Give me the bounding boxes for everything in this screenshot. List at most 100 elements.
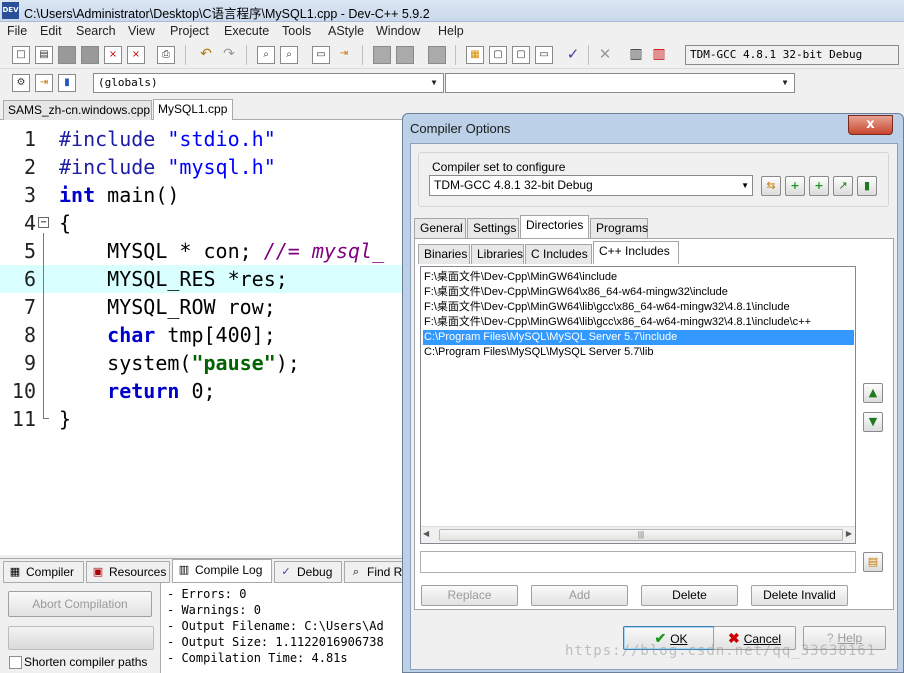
profile-chart-icon[interactable]: ▥	[627, 46, 645, 64]
add-set-folder-icon[interactable]: +	[809, 176, 829, 196]
code-text: char	[107, 323, 156, 347]
syntax-check-icon[interactable]: ✓	[564, 46, 582, 64]
compiler-set-dropdown[interactable]: TDM-GCC 4.8.1 32-bit Debug ▼	[429, 175, 753, 196]
new-file-icon[interactable]: □	[12, 46, 30, 64]
tab-programs[interactable]: Programs	[590, 218, 648, 238]
goto-line-icon[interactable]: ⇥	[335, 46, 353, 64]
scroll-left-icon[interactable]: ◀	[423, 529, 429, 538]
shorten-paths-checkbox[interactable]	[9, 656, 22, 669]
tab-debug[interactable]: ✓ Debug	[274, 561, 342, 583]
scope-select[interactable]: (globals) ▼	[93, 73, 444, 93]
tab-resources[interactable]: ▣ Resources	[86, 561, 170, 583]
main-toolbar: □ ▤ × × ⎙ ↶ ↷ ⌕ ⌕ ▭ ⇥ ▦ ▢ ▢ ▭ ✓ ✕ ▥ ▥ TD…	[0, 41, 904, 69]
tab-directories[interactable]: Directories	[520, 215, 589, 238]
compile-run-icon[interactable]: ▢	[512, 46, 530, 64]
tab-general[interactable]: General	[414, 218, 466, 238]
shorten-paths-label: Shorten compiler paths	[24, 655, 148, 669]
rebuild-icon[interactable]: ▭	[535, 46, 553, 64]
tab-binaries[interactable]: Binaries	[418, 244, 470, 264]
print-icon[interactable]: ⎙	[157, 46, 175, 64]
code-text: "pause"	[191, 351, 276, 375]
goto-declaration-icon[interactable]: ⇥	[35, 74, 53, 92]
class-browser-icon[interactable]: ⚙	[12, 74, 30, 92]
menu-search[interactable]: Search	[76, 24, 116, 38]
include-paths-list[interactable]: F:\桌面文件\Dev-Cpp\MinGW64\include F:\桌面文件\…	[420, 266, 856, 544]
goto-definition-icon[interactable]: ▮	[58, 74, 76, 92]
find-sets-icon[interactable]: ↗	[833, 176, 853, 196]
line-number: 5	[23, 239, 36, 263]
menu-project[interactable]: Project	[170, 24, 209, 38]
toolbar-separator	[588, 45, 589, 65]
delete-invalid-button[interactable]: Delete Invalid	[751, 585, 848, 606]
tab-cpp-includes[interactable]: C++ Includes	[593, 241, 679, 264]
menu-help[interactable]: Help	[438, 24, 464, 38]
horizontal-scrollbar[interactable]: ◀ ||| ▶	[421, 526, 855, 543]
close-button[interactable]: x	[848, 115, 893, 135]
replace-icon[interactable]: ⌕	[280, 46, 298, 64]
open-file-icon[interactable]: ▤	[35, 46, 53, 64]
add-set-icon[interactable]: +	[785, 176, 805, 196]
list-item[interactable]: F:\桌面文件\Dev-Cpp\MinGW64\include	[423, 270, 617, 285]
rename-set-icon[interactable]: ⇆	[761, 176, 781, 196]
unindent-icon[interactable]	[396, 46, 414, 64]
list-item[interactable]: F:\桌面文件\Dev-Cpp\MinGW64\lib\gcc\x86_64-w…	[423, 300, 790, 315]
tab-c-includes[interactable]: C Includes	[525, 244, 592, 264]
fold-toggle-icon[interactable]: −	[38, 217, 49, 228]
find-next-icon[interactable]: ▭	[312, 46, 330, 64]
indent-icon[interactable]	[373, 46, 391, 64]
move-down-icon[interactable]: ▼	[863, 412, 883, 432]
symbol-select[interactable]: ▼	[445, 73, 795, 93]
code-text: system("pause");	[59, 349, 300, 377]
path-input[interactable]	[420, 551, 856, 573]
menu-file[interactable]: File	[7, 24, 27, 38]
code-text: int main()	[59, 183, 180, 207]
run-icon[interactable]: ▢	[489, 46, 507, 64]
menu-view[interactable]: View	[128, 24, 155, 38]
abort-compilation-button[interactable]: Abort Compilation	[8, 591, 152, 617]
toggle-bookmark-icon[interactable]	[428, 46, 446, 64]
close-file-icon[interactable]: ×	[104, 46, 122, 64]
code-text: char tmp[400];	[59, 321, 276, 349]
browse-folder-icon[interactable]: ▤	[863, 552, 883, 572]
code-editor[interactable]: 1 #include "stdio.h" 2 #include "mysql.h" …	[0, 120, 404, 555]
tab-mysql1[interactable]: MySQL1.cpp	[153, 99, 233, 120]
code-text: return	[107, 379, 180, 403]
menu-astyle[interactable]: AStyle	[328, 24, 364, 38]
replace-button[interactable]: Replace	[421, 585, 518, 606]
tab-find-results[interactable]: ⌕ Find R	[344, 561, 406, 583]
menu-tools[interactable]: Tools	[282, 24, 311, 38]
compile-icon[interactable]: ▦	[466, 46, 484, 64]
tab-compile-log[interactable]: ▥ Compile Log	[172, 559, 272, 583]
scroll-thumb[interactable]: |||	[439, 529, 843, 541]
menu-edit[interactable]: Edit	[40, 24, 62, 38]
compiler-set-select[interactable]: TDM-GCC 4.8.1 32-bit Debug	[685, 45, 899, 65]
menu-execute[interactable]: Execute	[224, 24, 269, 38]
tab-sams-zh-cn[interactable]: SAMS_zh-cn.windows.cpp	[3, 100, 152, 120]
tab-settings[interactable]: Settings	[467, 218, 519, 238]
delete-profile-icon[interactable]: ▥	[650, 46, 668, 64]
list-item[interactable]: F:\桌面文件\Dev-Cpp\MinGW64\x86_64-w64-mingw…	[423, 285, 728, 300]
move-up-icon[interactable]: ▲	[863, 383, 883, 403]
save-icon[interactable]	[58, 46, 76, 64]
code-text: MYSQL_ROW row;	[59, 295, 276, 319]
undo-icon[interactable]: ↶	[197, 46, 215, 64]
redo-icon[interactable]: ↷	[220, 46, 238, 64]
list-item[interactable]: F:\桌面文件\Dev-Cpp\MinGW64\lib\gcc\x86_64-w…	[423, 315, 811, 330]
menu-window[interactable]: Window	[376, 24, 420, 38]
close-all-icon[interactable]: ×	[127, 46, 145, 64]
find-icon[interactable]: ⌕	[257, 46, 275, 64]
list-item-selected[interactable]: C:\Program Files\MySQL\MySQL Server 5.7\…	[423, 330, 854, 345]
stop-execution-icon[interactable]: ✕	[596, 46, 614, 64]
delete-set-icon[interactable]: ▮	[857, 176, 877, 196]
add-button[interactable]: Add	[531, 585, 628, 606]
scroll-right-icon[interactable]: ▶	[846, 529, 852, 538]
save-all-icon[interactable]	[81, 46, 99, 64]
delete-button[interactable]: Delete	[641, 585, 738, 606]
window-title: C:\Users\Administrator\Desktop\C语言程序\MyS…	[24, 7, 430, 21]
tab-compiler[interactable]: ▦ Compiler	[3, 561, 84, 583]
chevron-down-icon: ▼	[782, 78, 788, 87]
tab-libraries[interactable]: Libraries	[471, 244, 524, 264]
list-item[interactable]: C:\Program Files\MySQL\MySQL Server 5.7\…	[423, 345, 653, 360]
line-number: 10	[11, 379, 36, 403]
